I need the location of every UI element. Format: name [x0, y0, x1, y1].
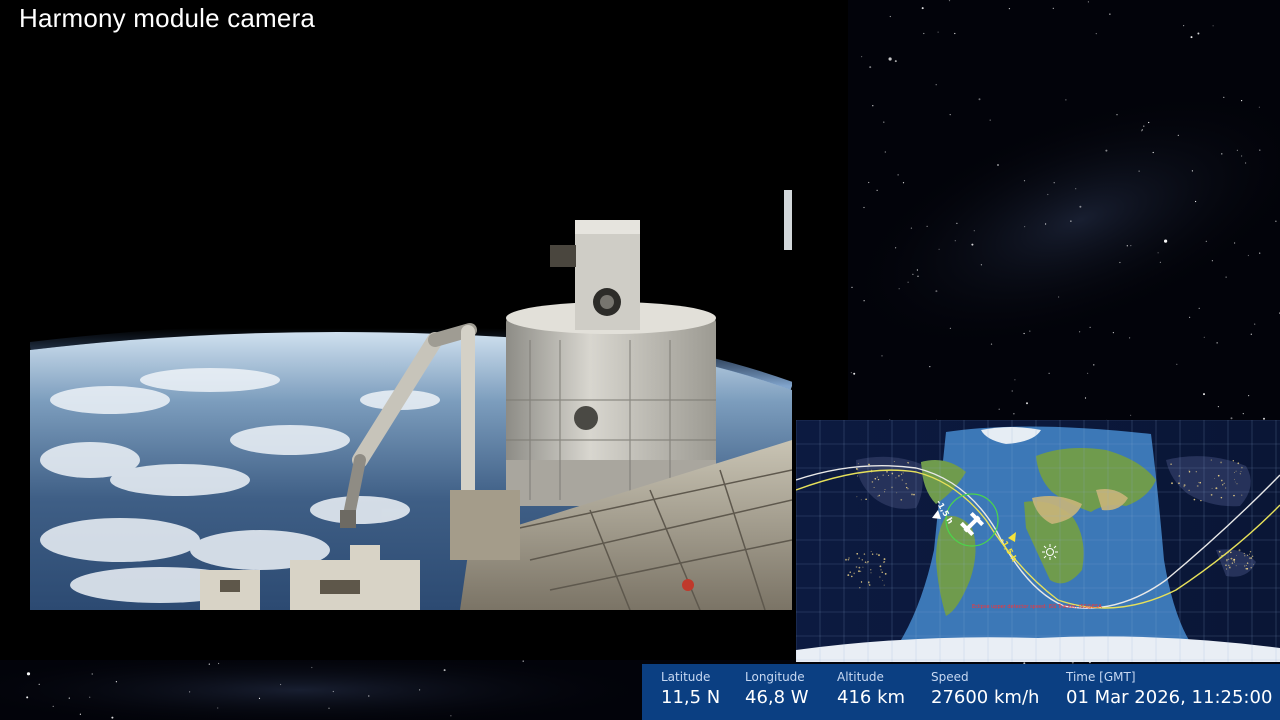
longitude-value: 46,8 W: [745, 687, 809, 708]
camera-panel: Harmony module camera: [0, 0, 848, 660]
map-footnote: Eclipse upper detector speed: ISS Tracke…: [972, 604, 1102, 610]
altitude-field: Altitude 416 km: [837, 670, 905, 708]
telemetry-bar: Latitude 11,5 N Longitude 46,8 W Altitud…: [642, 664, 1280, 720]
latitude-label: Latitude: [661, 670, 711, 684]
camera-title: Harmony module camera: [19, 3, 316, 33]
speed-field: Speed 27600 km/h: [931, 670, 1039, 708]
longitude-label: Longitude: [745, 670, 805, 684]
latitude-field: Latitude 11,5 N: [661, 670, 720, 708]
time-field: Time [GMT] 01 Mar 2026, 11:25:00: [1066, 670, 1272, 708]
world-map: -1,5 h -1,5 h Eclipse upper detector spe…: [796, 420, 1280, 662]
time-value: 01 Mar 2026, 11:25:00: [1066, 687, 1273, 708]
time-label: Time [GMT]: [1066, 670, 1136, 684]
latitude-value: 11,5 N: [661, 687, 721, 708]
iss-ground-track-map[interactable]: -1,5 h -1,5 h Eclipse upper detector spe…: [796, 420, 1280, 662]
longitude-field: Longitude 46,8 W: [745, 670, 809, 708]
altitude-label: Altitude: [837, 670, 884, 684]
altitude-value: 416 km: [837, 687, 906, 708]
camera-feed-image: [30, 40, 792, 610]
speed-label: Speed: [931, 670, 969, 684]
speed-value: 27600 km/h: [931, 687, 1040, 708]
camera-feed-video[interactable]: [30, 40, 792, 610]
